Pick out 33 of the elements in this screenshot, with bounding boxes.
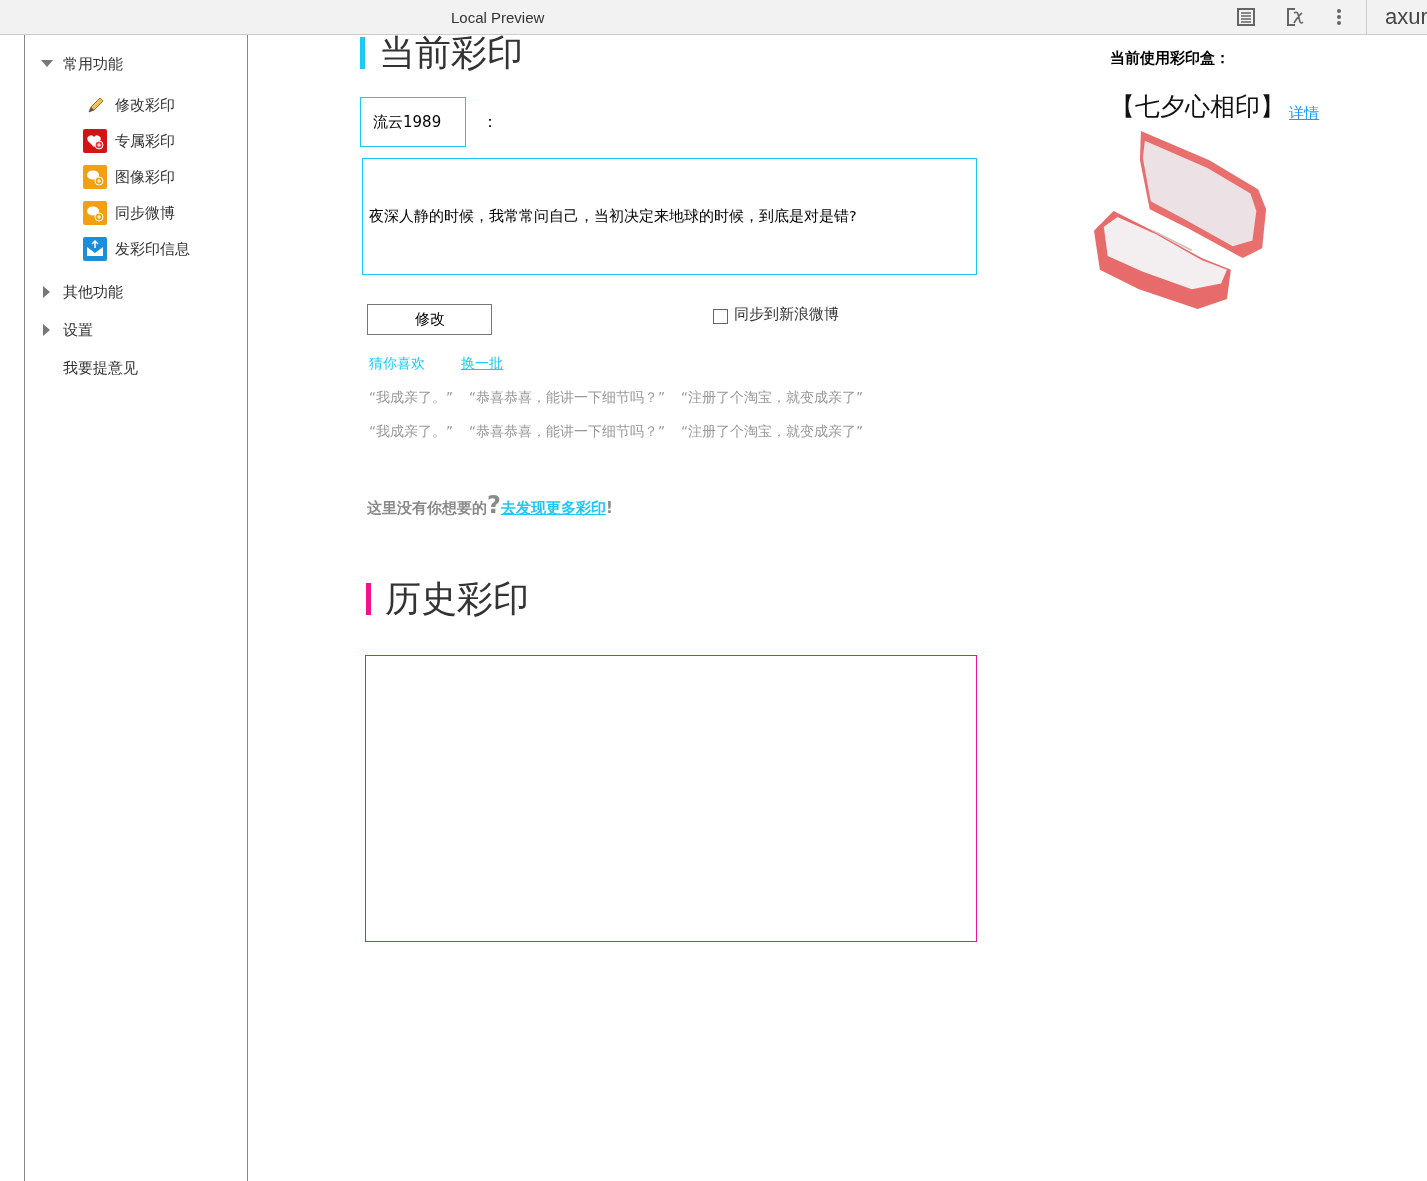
sidebar-item[interactable]: 设置 — [63, 320, 93, 340]
section-title: 历史彩印 — [385, 579, 529, 619]
sidebar-item[interactable]: 同步微博 — [115, 203, 175, 223]
page-list-icon[interactable] — [1236, 7, 1256, 27]
toolbar-title: Local Preview — [451, 8, 545, 26]
message-box[interactable]: 夜深人静的时候，我常常问自己，当初决定来地球的时候，到底是对是错? — [362, 158, 977, 275]
checkbox-label[interactable]: 同步到新浪微博 — [734, 304, 846, 325]
section-title: 当前彩印 — [379, 33, 523, 73]
envelope-icon — [83, 237, 107, 261]
sync-checkbox[interactable] — [713, 309, 728, 324]
sidebar-item[interactable]: 我要提意见 — [63, 358, 138, 378]
more-icon[interactable] — [1336, 7, 1342, 27]
title-accent-bar — [366, 583, 371, 615]
colon-text: ： — [482, 111, 498, 133]
discover-sentence: 这里没有你想要的?去发现更多彩印! — [367, 491, 614, 519]
box-label: 当前使用彩印盒： — [1110, 49, 1231, 68]
suggestions-title: 猜你喜欢 — [369, 355, 425, 373]
logo-text[interactable]: axur — [1385, 4, 1427, 30]
message-text: 夜深人静的时候，我常常问自己，当初决定来地球的时候，到底是对是错? — [369, 207, 857, 226]
edit-button[interactable]: 修改 — [367, 304, 492, 335]
username-box: 流云1989 — [360, 97, 466, 147]
box-name: 【七夕心相印】 — [1110, 91, 1285, 123]
chat-plus-icon — [83, 165, 107, 189]
sidebar-item[interactable]: 发彩印信息 — [115, 239, 190, 259]
sidebar-item[interactable]: 其他功能 — [63, 282, 123, 302]
sidebar-item[interactable]: 常用功能 — [63, 54, 123, 74]
title-accent-bar — [360, 37, 365, 69]
variable-icon[interactable] — [1286, 7, 1306, 27]
sidebar-item[interactable]: 图像彩印 — [115, 167, 175, 187]
heart-plus-icon — [83, 129, 107, 153]
sidebar-item[interactable]: 专属彩印 — [115, 131, 175, 151]
chat-plus-icon — [83, 201, 107, 225]
sidebar-item[interactable]: 修改彩印 — [115, 95, 175, 115]
